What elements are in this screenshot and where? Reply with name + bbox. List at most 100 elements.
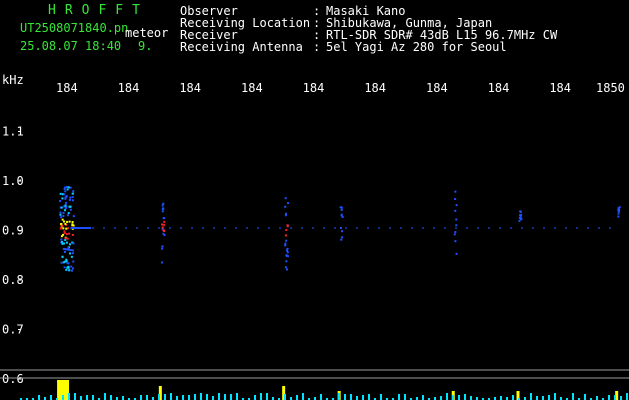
echo-pixel [60,206,63,209]
echo-pixel [64,186,67,189]
carrier-dot [543,227,545,230]
carrier-dot [400,227,402,230]
carrier-dot [422,227,424,230]
histogram-tick [104,393,106,400]
echo-pixel [70,265,73,268]
echo-pixel [163,223,166,226]
carrier-dot [554,227,556,230]
echo-pixel [284,214,287,217]
histogram-tick [254,395,256,400]
echo-pixel [162,207,165,210]
echo-pixel [69,205,72,208]
histogram-tick [614,395,616,400]
echo-pixel [455,218,458,221]
histogram-tick [206,394,208,400]
histogram-tick [284,394,286,400]
echo-pixel [455,224,458,227]
carrier-dot [389,227,391,230]
echo-pixel [162,229,165,232]
carrier-dot [488,227,490,230]
histogram-tick [470,396,472,400]
echo-pixel [64,207,67,210]
echo-pixel [454,209,457,212]
histogram-tick [572,393,574,400]
carrier-dot [224,227,226,230]
histogram-tick [110,395,112,400]
echo-pixel [161,210,164,213]
echo-pixel [60,222,63,225]
carrier-dot [345,227,347,230]
echo-pixel [71,233,74,236]
histogram-tick [380,394,382,400]
histogram-tick [458,395,460,400]
echo-pixel [63,266,66,269]
histogram-tick [50,395,52,400]
histogram-tick [218,393,220,400]
carrier-dot [147,227,149,230]
spectrogram-plot: kHz1.11.00.90.80.70.6184 184 184 184 184 184 1… [0,73,629,400]
carrier-dot [279,227,281,230]
carrier-dot [521,227,523,230]
histogram-tick [224,394,226,400]
echo-pixel [519,210,522,213]
echo-pixel [63,260,66,263]
histogram-tick [296,395,298,400]
echo-pixel [65,268,68,271]
echo-pixel [64,237,67,240]
histogram-tick [626,393,628,400]
histogram-tick [398,394,400,400]
carrier-dot [565,227,567,230]
echo-pixel [72,242,75,245]
echo-pixel [285,254,288,257]
echo-pixel [63,230,66,233]
echo-pixel [64,250,67,253]
carrier-dot [125,227,127,230]
histogram-tick [230,394,232,400]
echo-pixel [340,238,343,241]
histogram-tick [356,396,358,400]
echo-pixel [65,258,68,261]
echo-pixel [284,242,287,245]
carrier-dot [191,227,193,230]
carrier-dot [312,227,314,230]
echo-pixel [162,217,165,220]
echo-pixel [61,197,64,200]
carrier-dot [136,227,138,230]
histogram-tick [608,395,610,400]
echo-pixel [67,262,70,265]
echo-pixel [67,186,70,189]
echo-pixel [339,226,342,229]
histogram-tick [188,395,190,400]
carrier-dot [213,227,215,230]
echo-pixel [68,232,71,235]
echo-pixel [285,239,288,242]
histogram-tick [212,396,214,400]
carrier-dot [477,227,479,230]
echo-pixel [70,249,73,252]
echo-pixel [617,215,620,218]
echo-pixel [64,239,67,242]
echo-pixel [72,260,75,263]
echo-pixel [60,238,63,241]
echo-pixel [69,186,72,189]
echo-pixel [69,208,72,211]
histogram-tick [512,395,514,400]
histogram-tick [344,394,346,400]
histogram-tick [446,393,448,400]
echo-pixel [66,220,69,223]
echo-pixel [454,190,457,193]
echo-pixel [519,214,522,217]
echo-pixel [72,267,75,270]
histogram-tick [38,395,40,400]
echo-pixel [161,226,164,229]
carrier-dot [510,227,512,230]
carrier-dot [202,227,204,230]
carrier-dot [587,227,589,230]
echo-pixel [71,252,74,255]
echo-pixel [59,227,62,230]
histogram-tick [320,394,322,400]
echo-pixel [68,243,71,246]
x-tick-label: 184 [179,81,201,95]
x-tick-label: 1850 [596,81,625,95]
histogram-tick [164,394,166,400]
